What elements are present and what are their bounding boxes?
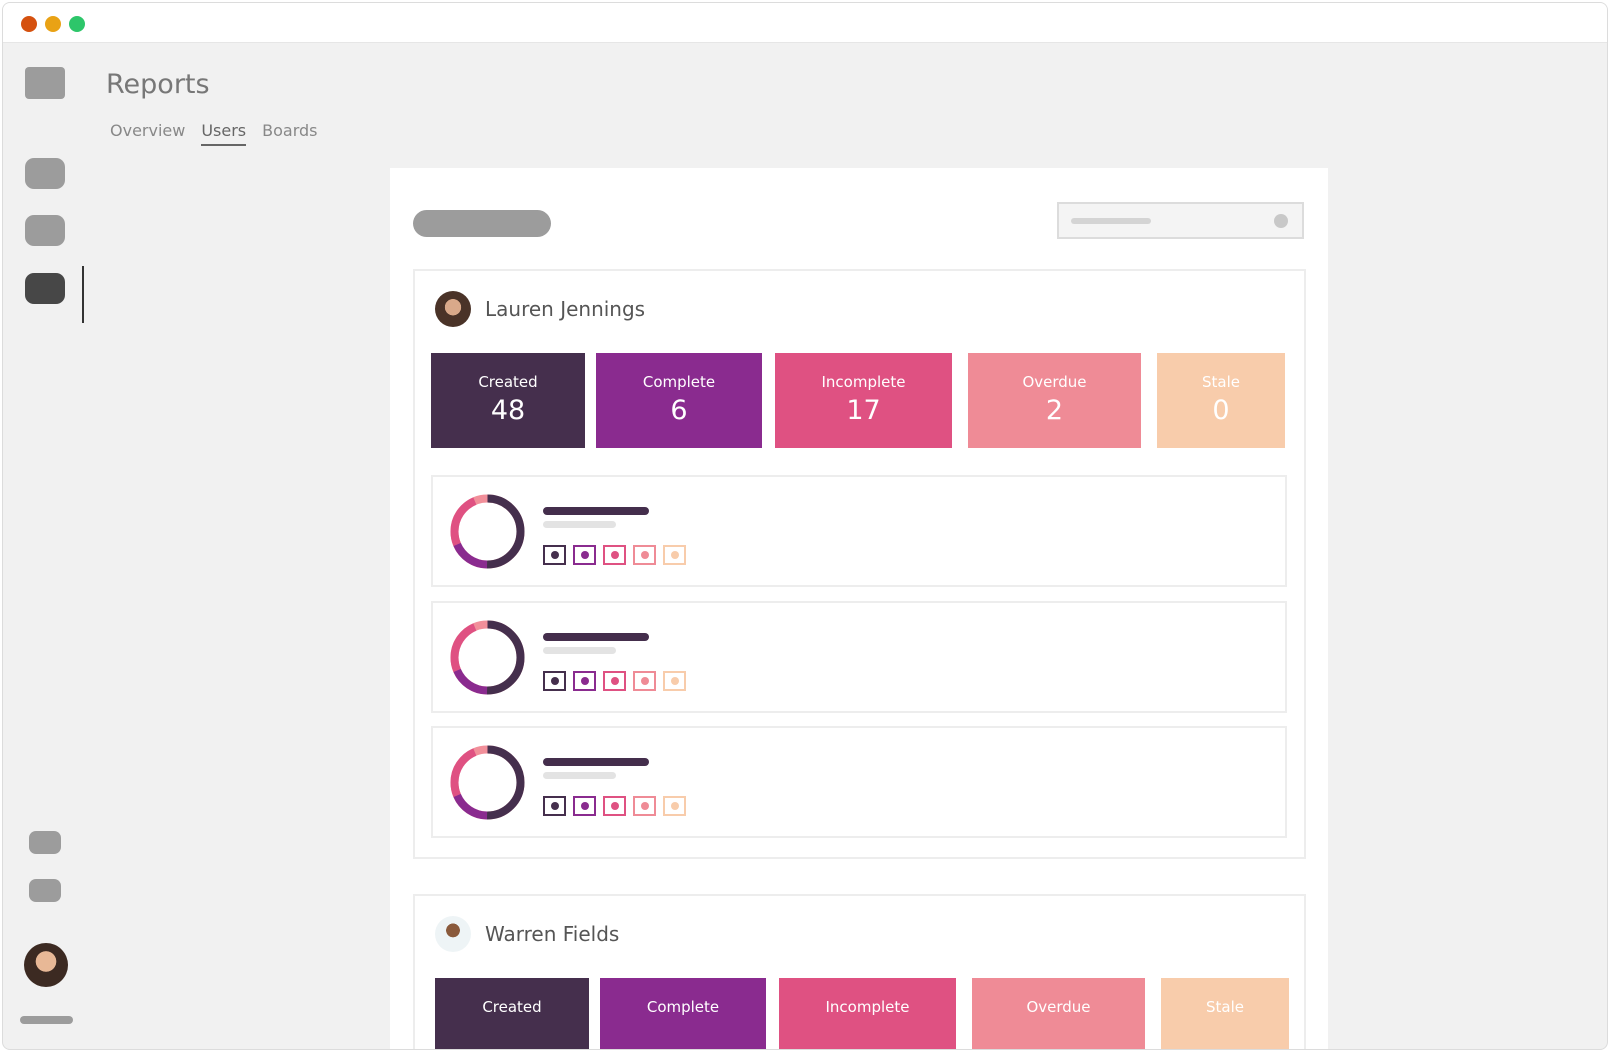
chip-overdue[interactable] (633, 671, 656, 691)
board-subtitle-placeholder (543, 647, 616, 654)
sidebar-active-indicator (82, 266, 84, 323)
close-window-button[interactable] (21, 16, 37, 32)
status-chips (543, 545, 686, 565)
user-card-lauren: Lauren Jennings Created 48 Complete 6 In… (413, 269, 1306, 859)
user-avatar (435, 291, 471, 327)
chip-created[interactable] (543, 671, 566, 691)
chip-created[interactable] (543, 796, 566, 816)
user-card-warren: Warren Fields Created Complete Incomplet… (413, 894, 1306, 1049)
stat-incomplete[interactable]: Incomplete 17 (775, 353, 952, 448)
user-header: Lauren Jennings (435, 291, 645, 327)
search-placeholder (1071, 218, 1151, 224)
app-window: Reports Overview Users Boards Lauren Jen… (2, 2, 1608, 1050)
stat-label: Incomplete (825, 998, 910, 1016)
stat-incomplete[interactable]: Incomplete (779, 978, 956, 1049)
search-input[interactable] (1057, 202, 1304, 239)
board-title-placeholder (543, 633, 649, 641)
stat-value: 48 (490, 395, 526, 426)
stat-value: 2 (1045, 395, 1064, 426)
sidebar-bottom-item-1[interactable] (29, 831, 61, 854)
stat-label: Incomplete (821, 373, 906, 391)
panel-heading-placeholder (413, 210, 551, 237)
stat-overdue[interactable]: Overdue 2 (968, 353, 1141, 448)
board-title-placeholder (543, 758, 649, 766)
board-subtitle-placeholder (543, 772, 616, 779)
user-name: Lauren Jennings (485, 297, 646, 321)
minimize-window-button[interactable] (45, 16, 61, 32)
maximize-window-button[interactable] (69, 16, 85, 32)
board-donut-chart (450, 620, 525, 695)
tab-overview[interactable]: Overview (110, 121, 185, 146)
stat-label: Stale (1206, 998, 1244, 1016)
chip-created[interactable] (543, 545, 566, 565)
board-row[interactable] (431, 475, 1287, 587)
report-tabs: Overview Users Boards (110, 121, 318, 146)
sidebar-bottom-item-2[interactable] (29, 879, 61, 902)
status-chips (543, 796, 686, 816)
app-logo[interactable] (25, 67, 65, 99)
stat-label: Complete (646, 998, 720, 1016)
sidebar-footer-bar (20, 1016, 73, 1024)
stat-value: 17 (846, 395, 881, 426)
stat-created[interactable]: Created (435, 978, 589, 1049)
page-title: Reports (106, 69, 210, 100)
chip-complete[interactable] (573, 796, 596, 816)
stat-overdue[interactable]: Overdue (972, 978, 1145, 1049)
stat-label: Complete (642, 373, 716, 391)
chip-incomplete[interactable] (603, 671, 626, 691)
stat-label: Overdue (1026, 998, 1091, 1016)
tab-boards[interactable]: Boards (262, 121, 317, 146)
sidebar-nav-item-1[interactable] (25, 158, 65, 189)
current-user-avatar[interactable] (24, 943, 68, 987)
chip-incomplete[interactable] (603, 796, 626, 816)
stat-complete[interactable]: Complete 6 (596, 353, 762, 448)
chip-stale[interactable] (663, 545, 686, 565)
stat-stale[interactable]: Stale 0 (1157, 353, 1285, 448)
stat-label: Created (482, 998, 542, 1016)
sidebar-nav-item-2[interactable] (25, 215, 65, 246)
board-donut-chart (450, 745, 525, 820)
stat-value: 6 (670, 395, 688, 426)
chip-overdue[interactable] (633, 545, 656, 565)
sidebar-nav-item-reports[interactable] (25, 273, 65, 304)
chip-complete[interactable] (573, 671, 596, 691)
stat-complete[interactable]: Complete (600, 978, 766, 1049)
stat-created[interactable]: Created 48 (431, 353, 585, 448)
board-title-placeholder (543, 507, 649, 515)
board-row[interactable] (431, 726, 1287, 838)
chip-stale[interactable] (663, 671, 686, 691)
title-bar (3, 3, 1607, 43)
stat-label: Created (478, 373, 538, 391)
chip-stale[interactable] (663, 796, 686, 816)
search-icon[interactable] (1274, 214, 1288, 228)
chip-overdue[interactable] (633, 796, 656, 816)
board-subtitle-placeholder (543, 521, 616, 528)
user-header: Warren Fields (435, 916, 619, 952)
user-name: Warren Fields (485, 922, 620, 946)
stat-label: Overdue (1022, 373, 1087, 391)
status-chips (543, 671, 686, 691)
user-avatar (435, 916, 471, 952)
board-row[interactable] (431, 601, 1287, 713)
board-donut-chart (450, 494, 525, 569)
stat-stale[interactable]: Stale (1161, 978, 1289, 1049)
tab-users[interactable]: Users (201, 121, 247, 146)
stat-value: 0 (1212, 395, 1230, 426)
chip-complete[interactable] (573, 545, 596, 565)
stat-label: Stale (1202, 373, 1240, 391)
chip-incomplete[interactable] (603, 545, 626, 565)
